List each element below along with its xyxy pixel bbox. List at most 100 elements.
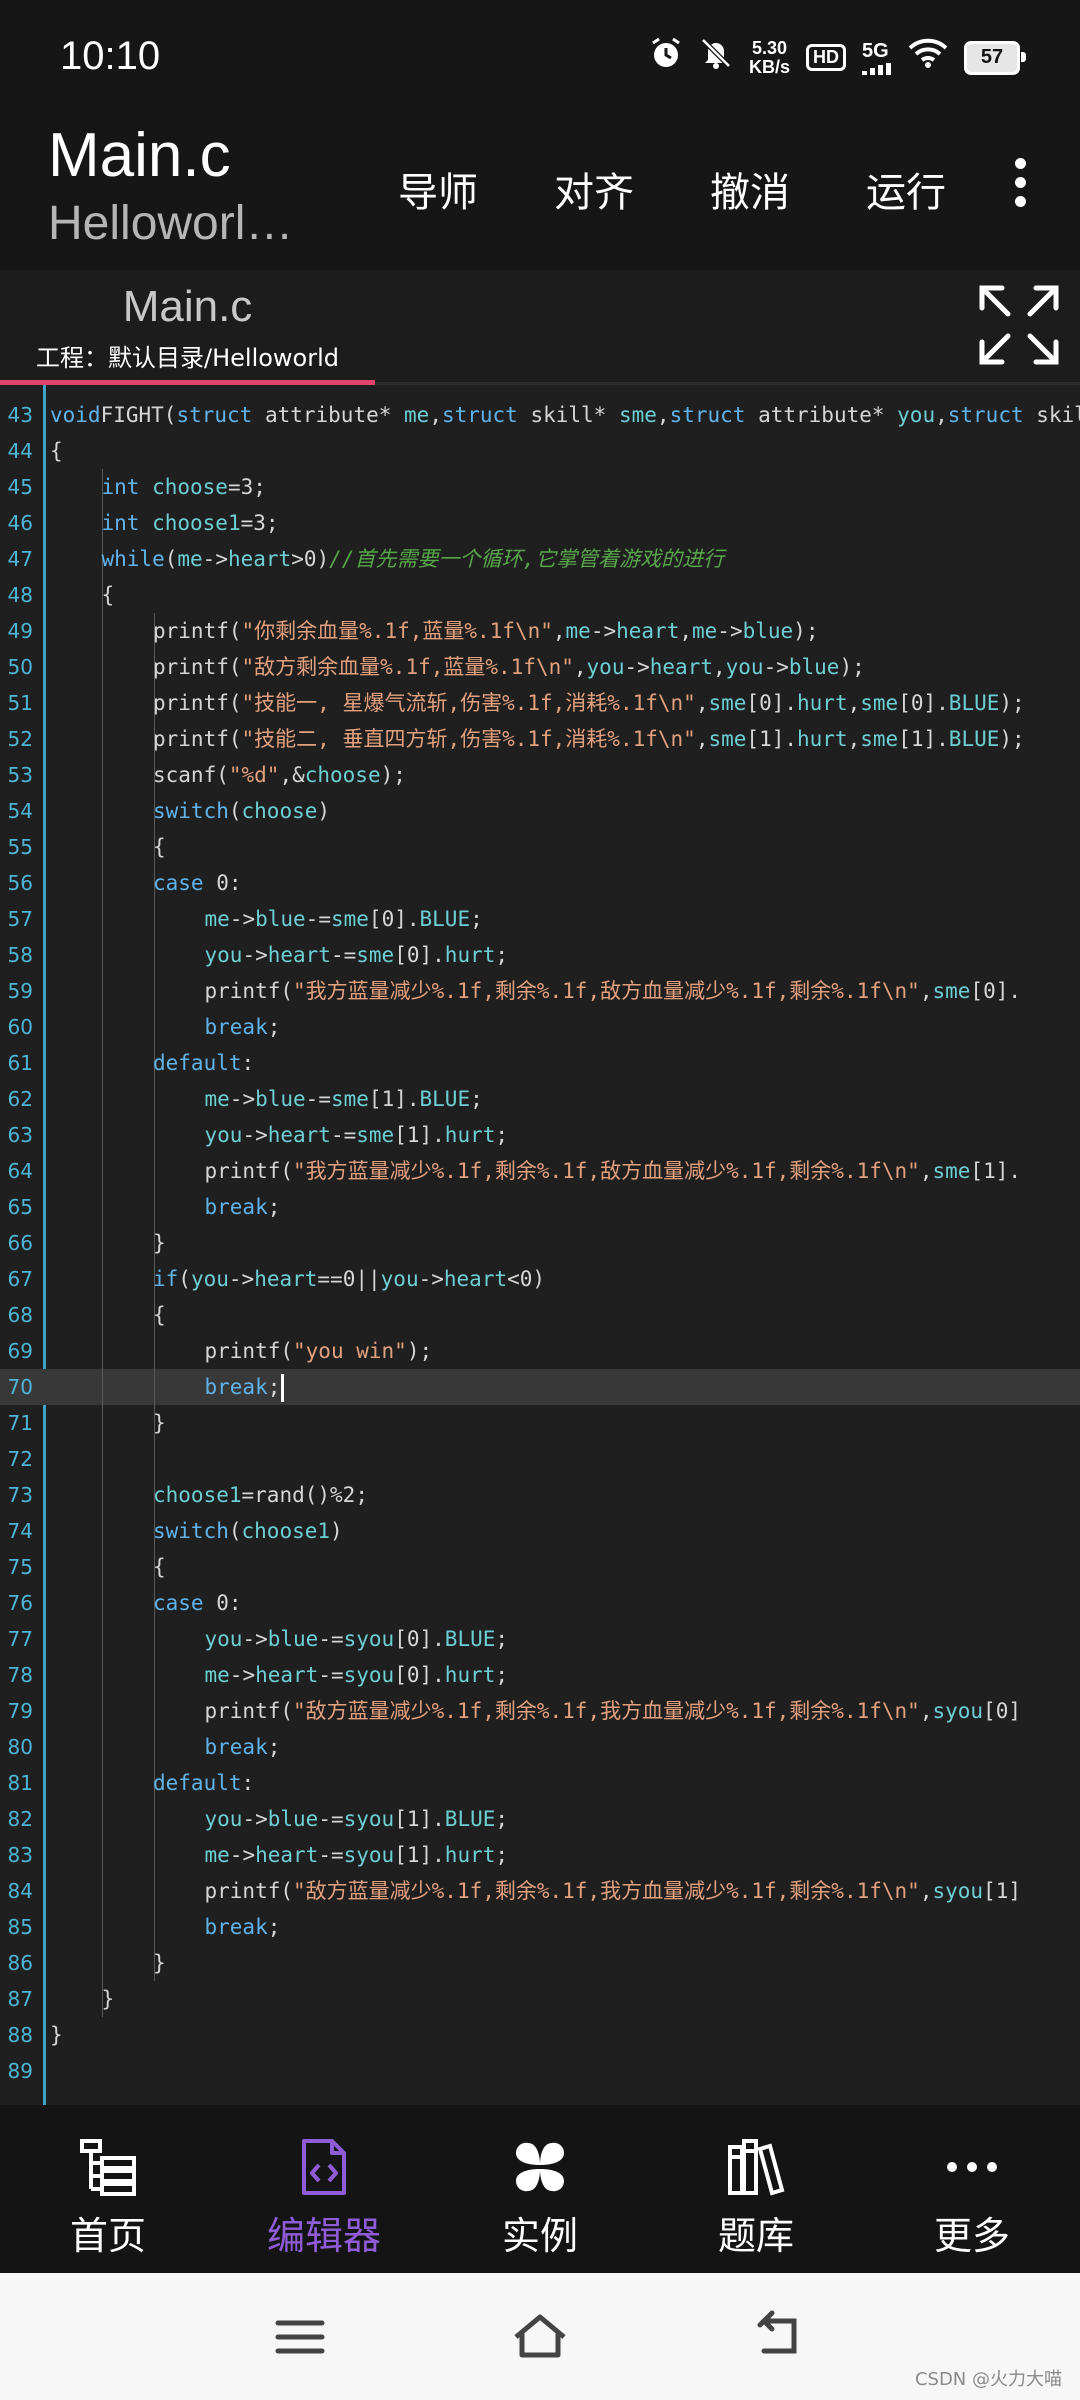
- code-line[interactable]: 89: [0, 2053, 1080, 2089]
- nav-home[interactable]: 首页: [0, 2105, 216, 2273]
- code-token: BLUE: [444, 1807, 496, 1831]
- align-button[interactable]: 对齐: [516, 160, 672, 218]
- file-title: Main.c: [48, 121, 231, 190]
- code-line[interactable]: 86}: [0, 1945, 1080, 1981]
- code-text: case 0:: [153, 1585, 242, 1621]
- code-line[interactable]: 44 {: [0, 433, 1080, 469]
- code-line[interactable]: 48 {: [0, 577, 1080, 613]
- code-token: [: [983, 1699, 996, 1723]
- code-text: me->blue-=sme[0].BLUE;: [205, 901, 483, 937]
- code-token: syou: [343, 1627, 395, 1651]
- code-line[interactable]: 66}: [0, 1225, 1080, 1261]
- code-token: choose: [241, 799, 318, 823]
- code-token: );: [999, 691, 1025, 715]
- nav-editor[interactable]: 编辑器: [216, 2105, 432, 2273]
- code-line[interactable]: 50 printf("敌方剩余血量%.1f,蓝量%.1f\n",you->hear…: [0, 649, 1080, 685]
- line-number: 54: [7, 799, 33, 823]
- code-token: ].: [419, 1807, 445, 1831]
- code-token: syou: [343, 1843, 395, 1867]
- code-token: ;: [267, 1015, 281, 1039]
- code-line[interactable]: 67 if(you->heart==0||you->heart<0): [0, 1261, 1080, 1297]
- code-line[interactable]: 52 printf("技能二, 垂直四方斩,伤害%.1f,消耗%.1f\n",sm…: [0, 721, 1080, 757]
- line-number: 85: [7, 1915, 33, 1939]
- code-editor[interactable]: 43 voidFIGHT(struct attribute* me,struct …: [0, 385, 1080, 2105]
- code-line[interactable]: 70 break;: [0, 1369, 1080, 1405]
- code-token: ].: [419, 943, 445, 967]
- code-line[interactable]: 79 printf("敌方蓝量减少%.1f,剩余%.1f,我方血量减少%.1f,剩…: [0, 1693, 1080, 1729]
- code-line[interactable]: 78 me->heart-=syou[0].hurt;: [0, 1657, 1080, 1693]
- code-line[interactable]: 51 printf("技能一, 星爆气流斩,伤害%.1f,消耗%.1f\n",sm…: [0, 685, 1080, 721]
- code-line[interactable]: 49 printf("你剩余血量%.1f,蓝量%.1f\n",me->heart,…: [0, 613, 1080, 649]
- code-line[interactable]: 82 you->blue-=syou[1].BLUE;: [0, 1801, 1080, 1837]
- overflow-menu-button[interactable]: [990, 150, 1050, 220]
- line-number: 79: [7, 1699, 33, 1723]
- code-token: you: [897, 403, 936, 427]
- code-token: ;: [267, 1735, 281, 1759]
- status-time: 10:10: [60, 34, 161, 78]
- code-line[interactable]: 73 choose1=rand()%2;: [0, 1477, 1080, 1513]
- code-token: >: [291, 547, 304, 571]
- code-text: {: [153, 829, 166, 865]
- code-token: sme: [860, 727, 899, 751]
- indent-guide: [102, 1693, 103, 1729]
- code-line[interactable]: 61 default:: [0, 1045, 1080, 1081]
- code-line[interactable]: 64 printf("我方蓝量减少%.1f,剩余%.1f,敌方血量减少%.1f,剩…: [0, 1153, 1080, 1189]
- code-line[interactable]: 43 voidFIGHT(struct attribute* me,struct …: [0, 397, 1080, 433]
- code-line[interactable]: 72: [0, 1441, 1080, 1477]
- code-token: attribute*: [252, 403, 405, 427]
- mentor-button[interactable]: 导师: [360, 160, 516, 218]
- code-line[interactable]: 88}: [0, 2017, 1080, 2053]
- code-token: 0: [406, 1627, 420, 1651]
- nav-question-bank[interactable]: 题库: [648, 2105, 864, 2273]
- recents-button[interactable]: [270, 2307, 330, 2367]
- code-token: 3: [253, 511, 266, 535]
- code-line[interactable]: 85 break;: [0, 1909, 1080, 1945]
- fullscreen-button[interactable]: [976, 282, 1062, 368]
- code-text: }: [102, 1981, 115, 2017]
- code-line[interactable]: 63 you->heart-=sme[1].hurt;: [0, 1117, 1080, 1153]
- code-token: );: [406, 1339, 433, 1363]
- code-line[interactable]: 54 switch(choose): [0, 793, 1080, 829]
- code-text: switch(choose): [153, 793, 330, 829]
- code-line[interactable]: 53 scanf("%d",&choose);: [0, 757, 1080, 793]
- back-button[interactable]: [750, 2307, 810, 2367]
- code-line[interactable]: 87}: [0, 1981, 1080, 2017]
- code-line[interactable]: 68 {: [0, 1297, 1080, 1333]
- code-line[interactable]: 55 {: [0, 829, 1080, 865]
- code-line[interactable]: 58 you->heart-=sme[0].hurt;: [0, 937, 1080, 973]
- code-token: ].: [923, 727, 949, 751]
- code-line[interactable]: 65 break;: [0, 1189, 1080, 1225]
- code-line[interactable]: 62 me->blue-=sme[1].BLUE;: [0, 1081, 1080, 1117]
- code-line[interactable]: 57 me->blue-=sme[0].BLUE;: [0, 901, 1080, 937]
- code-line[interactable]: 84 printf("敌方蓝量减少%.1f,剩余%.1f,我方血量减少%.1f,剩…: [0, 1873, 1080, 1909]
- nav-examples[interactable]: 实例: [432, 2105, 648, 2273]
- run-button[interactable]: 运行: [828, 160, 984, 218]
- code-line[interactable]: 47 while(me->heart>0)//首先需要一个循环,它掌管着游戏的进行: [0, 541, 1080, 577]
- indent-guide: [102, 1081, 103, 1117]
- code-line[interactable]: 80 break;: [0, 1729, 1080, 1765]
- code-line[interactable]: 46 int choose1=3;: [0, 505, 1080, 541]
- code-token: 0: [216, 871, 229, 895]
- tab-main-c[interactable]: Main.c 工程：默认目录/Helloworld: [0, 270, 375, 385]
- toolbar: 导师 对齐 撤消 运行: [360, 160, 984, 218]
- code-line[interactable]: 81 default:: [0, 1765, 1080, 1801]
- code-line[interactable]: 56 case 0:: [0, 865, 1080, 901]
- code-line[interactable]: 75 {: [0, 1549, 1080, 1585]
- home-button[interactable]: [510, 2307, 570, 2367]
- code-line[interactable]: 77 you->blue-=syou[0].BLUE;: [0, 1621, 1080, 1657]
- code-line[interactable]: 69 printf("you win");: [0, 1333, 1080, 1369]
- nav-more[interactable]: 更多: [864, 2105, 1080, 2273]
- code-line[interactable]: 59 printf("我方蓝量减少%.1f,剩余%.1f,敌方血量减少%.1f,剩…: [0, 973, 1080, 1009]
- undo-button[interactable]: 撤消: [672, 160, 828, 218]
- line-number: 43: [7, 403, 33, 427]
- code-token: ,: [847, 727, 861, 751]
- code-line[interactable]: 74 switch(choose1): [0, 1513, 1080, 1549]
- nav-question-bank-label: 题库: [717, 2214, 794, 2258]
- code-line[interactable]: 76 case 0:: [0, 1585, 1080, 1621]
- code-line[interactable]: 45 int choose=3;: [0, 469, 1080, 505]
- code-line[interactable]: 60 break;: [0, 1009, 1080, 1045]
- code-line[interactable]: 83 me->heart-=syou[1].hurt;: [0, 1837, 1080, 1873]
- code-token: sme: [618, 403, 657, 427]
- code-line[interactable]: 71}: [0, 1405, 1080, 1441]
- mute-bell-icon: [699, 36, 733, 79]
